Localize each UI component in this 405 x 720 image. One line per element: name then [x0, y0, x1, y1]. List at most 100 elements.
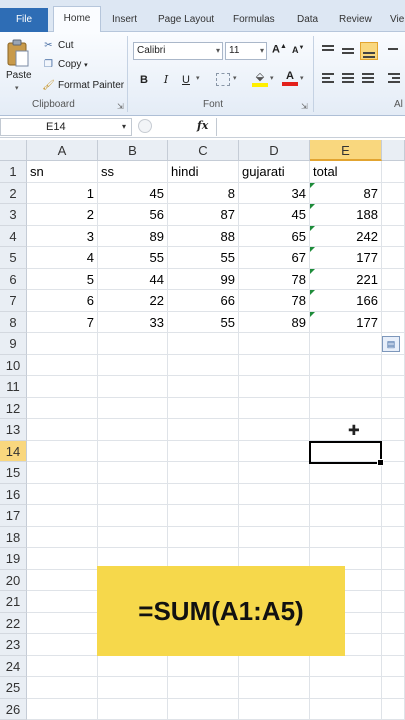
cell-a3[interactable]: 2 — [27, 204, 98, 226]
cell-a5[interactable]: 4 — [27, 247, 98, 269]
cell-a22[interactable] — [27, 612, 98, 634]
cell-b9[interactable] — [98, 333, 168, 355]
cell-f13[interactable] — [382, 419, 405, 441]
font-size-select[interactable]: 11 ▾ — [225, 42, 267, 60]
cell-b12[interactable] — [98, 397, 168, 419]
cell-a24[interactable] — [27, 655, 98, 677]
row-header-7[interactable]: 7 — [0, 290, 27, 312]
cell-a15[interactable] — [27, 462, 98, 484]
row-header-9[interactable]: 9 — [0, 333, 27, 355]
cell-a11[interactable] — [27, 376, 98, 398]
cell-f16[interactable] — [382, 483, 405, 505]
cell-b18[interactable] — [98, 526, 168, 548]
cell-e9[interactable] — [310, 333, 382, 355]
cell-d8[interactable]: 89 — [239, 311, 310, 333]
cell-b8[interactable]: 33 — [98, 311, 168, 333]
cell-a8[interactable]: 7 — [27, 311, 98, 333]
copy-button[interactable]: ❐ Copy ▾ — [42, 57, 88, 73]
select-all-corner[interactable] — [0, 140, 27, 161]
cell-f10[interactable] — [382, 354, 405, 376]
cell-b24[interactable] — [98, 655, 168, 677]
cell-a1[interactable]: sn — [27, 161, 98, 183]
cell-a10[interactable] — [27, 354, 98, 376]
cell-d3[interactable]: 45 — [239, 204, 310, 226]
cell-b4[interactable]: 89 — [98, 225, 168, 247]
row-header-23[interactable]: 23 — [0, 634, 27, 656]
cell-d17[interactable] — [239, 505, 310, 527]
row-header-14[interactable]: 14 — [0, 440, 27, 462]
cell-b3[interactable]: 56 — [98, 204, 168, 226]
cell-f5[interactable] — [382, 247, 405, 269]
row-header-19[interactable]: 19 — [0, 548, 27, 570]
formula-input[interactable] — [216, 118, 405, 136]
column-header-e[interactable]: E — [310, 140, 382, 161]
insert-function-icon[interactable]: fx — [197, 119, 208, 132]
cell-f4[interactable] — [382, 225, 405, 247]
cell-a7[interactable]: 6 — [27, 290, 98, 312]
cell-f1[interactable] — [382, 161, 405, 183]
cell-c10[interactable] — [168, 354, 239, 376]
cell-b11[interactable] — [98, 376, 168, 398]
cell-b15[interactable] — [98, 462, 168, 484]
cell-f8[interactable] — [382, 311, 405, 333]
cell-c9[interactable] — [168, 333, 239, 355]
cell-f23[interactable] — [382, 634, 405, 656]
column-header-c[interactable]: C — [168, 140, 239, 161]
cell-f3[interactable] — [382, 204, 405, 226]
cell-b7[interactable]: 22 — [98, 290, 168, 312]
cell-c24[interactable] — [168, 655, 239, 677]
cell-f25[interactable] — [382, 677, 405, 699]
cell-d16[interactable] — [239, 483, 310, 505]
paste-dropdown-icon[interactable]: ▾ — [15, 84, 19, 92]
align-bottom-icon[interactable] — [360, 42, 378, 60]
cell-a14[interactable] — [27, 440, 98, 462]
cell-e13[interactable] — [310, 419, 382, 441]
row-header-2[interactable]: 2 — [0, 182, 27, 204]
tab-review[interactable]: Review — [339, 8, 372, 32]
cell-e8[interactable]: 177 — [310, 311, 382, 333]
cell-f22[interactable] — [382, 612, 405, 634]
underline-button[interactable]: U — [178, 72, 194, 88]
active-cell-e14[interactable] — [309, 441, 384, 466]
cell-d10[interactable] — [239, 354, 310, 376]
font-name-select[interactable]: Calibri ▾ — [133, 42, 223, 60]
cell-d7[interactable]: 78 — [239, 290, 310, 312]
cell-f19[interactable] — [382, 548, 405, 570]
grow-font-button[interactable]: A▲ — [272, 43, 287, 56]
tab-formulas[interactable]: Formulas — [233, 8, 275, 32]
row-header-13[interactable]: 13 — [0, 419, 27, 441]
column-header-d[interactable]: D — [239, 140, 310, 161]
tab-view[interactable]: Vie — [390, 8, 404, 32]
cell-e17[interactable] — [310, 505, 382, 527]
column-header-partial[interactable] — [382, 140, 405, 161]
cell-c3[interactable]: 87 — [168, 204, 239, 226]
italic-button[interactable]: I — [158, 72, 174, 88]
row-header-21[interactable]: 21 — [0, 591, 27, 613]
cell-c12[interactable] — [168, 397, 239, 419]
cell-b16[interactable] — [98, 483, 168, 505]
font-launcher-icon[interactable]: ⇲ — [301, 102, 308, 111]
cell-e5[interactable]: 177 — [310, 247, 382, 269]
borders-dropdown-icon[interactable]: ▾ — [233, 74, 237, 82]
cell-e4[interactable]: 242 — [310, 225, 382, 247]
cell-c14[interactable] — [168, 440, 239, 462]
cell-d24[interactable] — [239, 655, 310, 677]
cell-a12[interactable] — [27, 397, 98, 419]
name-box[interactable]: E14 — [0, 118, 132, 136]
format-painter-button[interactable]: 🖌 Format Painter — [42, 78, 124, 94]
cell-b5[interactable]: 55 — [98, 247, 168, 269]
cell-b13[interactable] — [98, 419, 168, 441]
cell-a17[interactable] — [27, 505, 98, 527]
align-right-icon[interactable] — [360, 72, 376, 86]
cell-f11[interactable] — [382, 376, 405, 398]
cell-c8[interactable]: 55 — [168, 311, 239, 333]
clipboard-launcher-icon[interactable]: ⇲ — [117, 102, 124, 111]
cell-d4[interactable]: 65 — [239, 225, 310, 247]
row-header-3[interactable]: 3 — [0, 204, 27, 226]
cell-a4[interactable]: 3 — [27, 225, 98, 247]
tab-home[interactable]: Home — [53, 6, 101, 33]
indent-icon[interactable] — [386, 72, 402, 86]
cell-e6[interactable]: 221 — [310, 268, 382, 290]
row-header-18[interactable]: 18 — [0, 526, 27, 548]
cell-d25[interactable] — [239, 677, 310, 699]
